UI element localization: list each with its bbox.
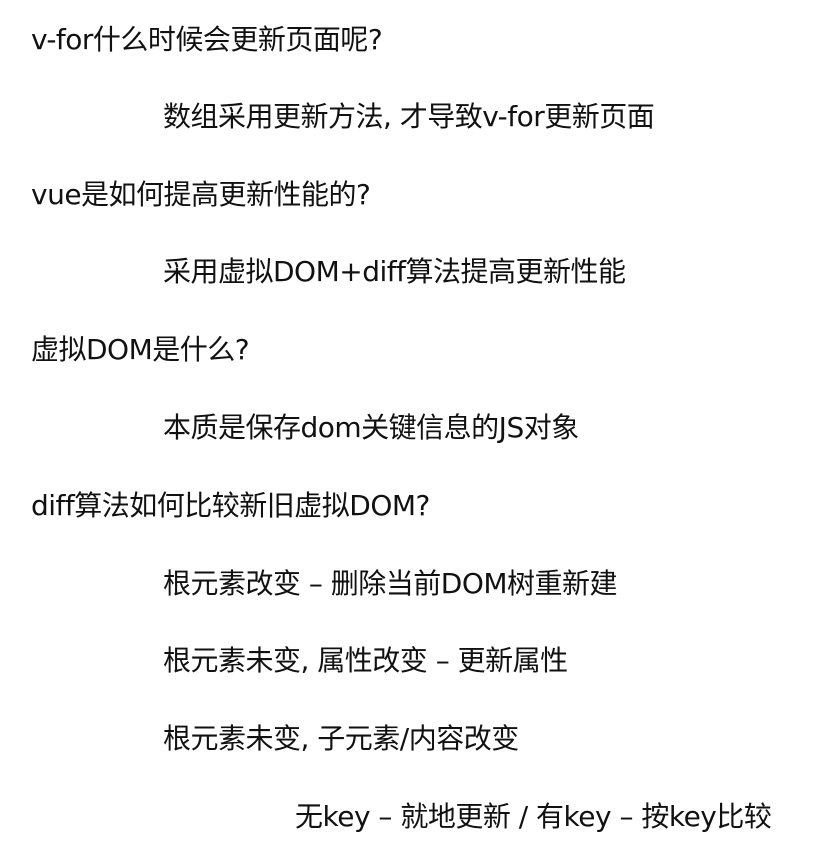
answer-array-methods: 数组采用更新方法, 才导致v-for更新页面 (163, 100, 655, 133)
question-diff-compare: diff算法如何比较新旧虚拟DOM? (31, 489, 430, 522)
question-vue-performance: vue是如何提高更新性能的? (31, 178, 371, 211)
question-what-is-virtual-dom: 虚拟DOM是什么? (31, 333, 250, 366)
question-vfor-update: v-for什么时候会更新页面呢? (31, 23, 383, 56)
answer-virtual-dom-diff: 采用虚拟DOM+diff算法提高更新性能 (163, 255, 626, 288)
answer-js-object: 本质是保存dom关键信息的JS对象 (163, 411, 579, 444)
answer-root-changed: 根元素改变 – 删除当前DOM树重新建 (163, 567, 618, 600)
answer-attributes-changed: 根元素未变, 属性改变 – 更新属性 (163, 644, 568, 677)
sub-answer-key-compare: 无key – 就地更新 / 有key – 按key比较 (295, 800, 772, 833)
answer-children-changed: 根元素未变, 子元素/内容改变 (163, 722, 519, 755)
notes-document: v-for什么时候会更新页面呢? 数组采用更新方法, 才导致v-for更新页面 … (0, 0, 827, 846)
